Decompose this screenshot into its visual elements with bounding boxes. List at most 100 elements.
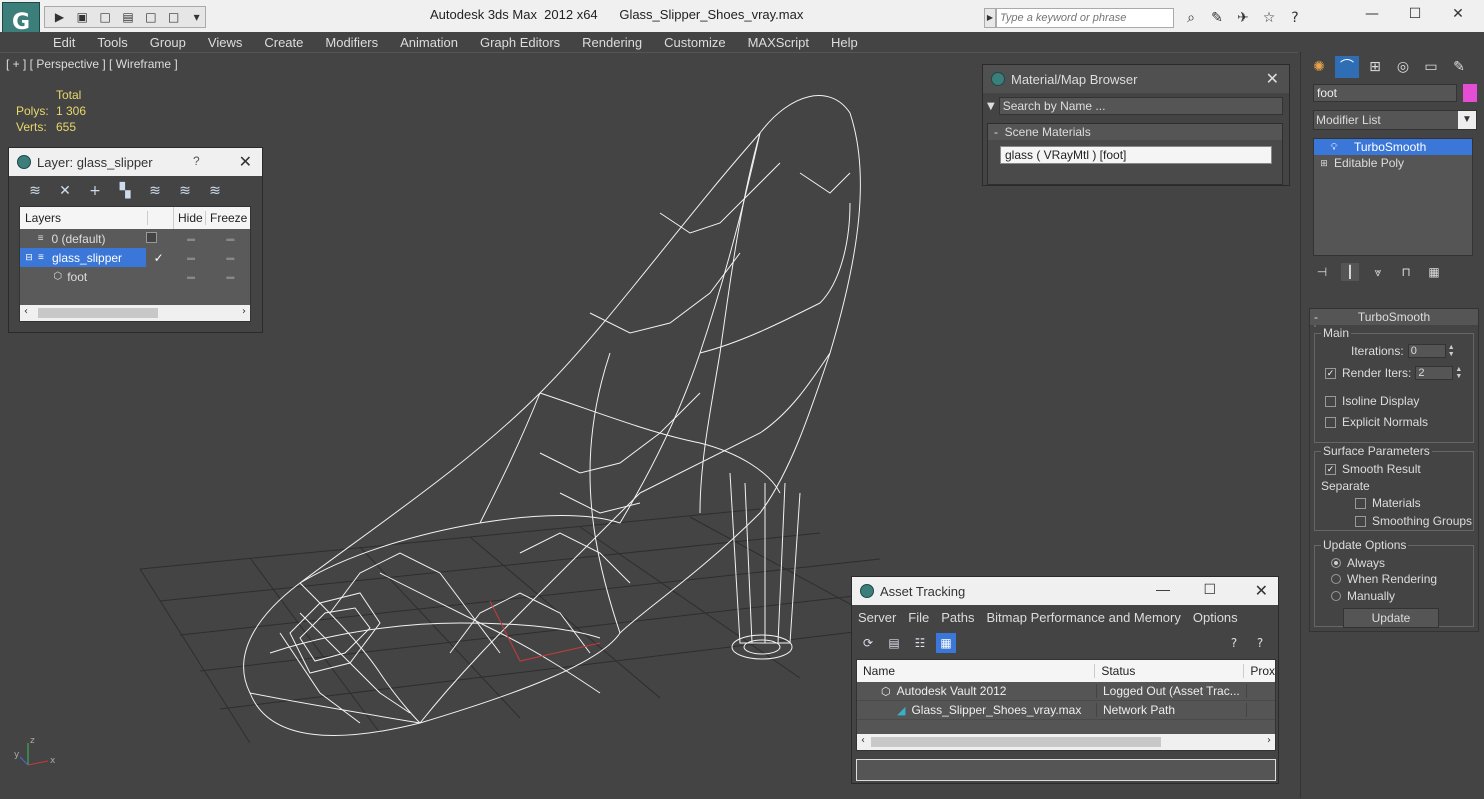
menu-group[interactable]: Group (139, 35, 197, 50)
menu-tools[interactable]: Tools (86, 35, 138, 50)
active-layer-check-icon[interactable]: ✓ (146, 251, 172, 265)
highlight-layer-icon[interactable]: ≋ (145, 182, 165, 200)
update-button[interactable]: Update (1343, 608, 1439, 628)
modifier-list-dropdown[interactable]: Modifier List ▼ (1313, 110, 1477, 130)
keyword-search-input[interactable] (996, 8, 1174, 28)
menu-maxscript[interactable]: MAXScript (737, 35, 820, 50)
table-view-icon[interactable]: ▦ (936, 633, 956, 653)
rollout-toggle[interactable]: - (1314, 309, 1318, 325)
tree-view-icon[interactable]: ☷ (910, 633, 930, 653)
chevron-down-icon[interactable]: ▼ (1458, 111, 1476, 129)
spinner-arrows-icon[interactable]: ▲ ▼ (1455, 366, 1463, 380)
asset-menu-bitmap[interactable]: Bitmap Performance and Memory (987, 610, 1181, 625)
browser-options-icon[interactable]: ▼ (987, 101, 995, 112)
object-name-field[interactable]: foot (1313, 84, 1457, 102)
material-browser-close-button[interactable]: ✕ (1266, 69, 1279, 89)
table-row[interactable]: ◢ Glass_Slipper_Shoes_vray.max Network P… (857, 701, 1275, 720)
display-tab-icon[interactable]: ▭ (1419, 56, 1443, 78)
layer-horizontal-scrollbar[interactable]: ‹ › (20, 305, 250, 321)
motion-tab-icon[interactable]: ◎ (1391, 56, 1415, 78)
table-row[interactable]: ⬡ Autodesk Vault 2012 Logged Out (Asset … (857, 682, 1275, 701)
layer-row[interactable]: ≡ 0 (default) ▬ ▬ (20, 229, 250, 248)
freeze-toggle[interactable]: ▬ (211, 234, 250, 243)
smooth-result-checkbox[interactable]: ✓ (1325, 463, 1336, 475)
menu-rendering[interactable]: Rendering (571, 35, 653, 50)
collapse-icon[interactable]: ⊟ (20, 252, 38, 263)
context-help-icon[interactable]: ? (1250, 633, 1270, 653)
asset-maximize-button[interactable]: ☐ (1203, 581, 1216, 598)
material-item[interactable]: glass ( VRayMtl ) [foot] (1000, 146, 1272, 164)
scroll-left-icon[interactable]: ‹ (861, 735, 865, 746)
list-view-icon[interactable]: ▤ (884, 633, 904, 653)
hide-all-icon[interactable]: ≋ (175, 182, 195, 200)
show-end-result-icon[interactable]: ┃ (1341, 263, 1359, 281)
asset-minimize-button[interactable]: — (1156, 581, 1170, 597)
delete-layer-icon[interactable]: ✕ (55, 182, 75, 200)
make-unique-icon[interactable]: ⩔ (1369, 263, 1387, 281)
communication-icon[interactable]: ✈ (1234, 9, 1252, 27)
asset-menu-paths[interactable]: Paths (941, 610, 974, 625)
smoothing-groups-control[interactable]: Smoothing Groups (1355, 514, 1472, 528)
isoline-display-control[interactable]: Isoline Display (1325, 394, 1419, 408)
menu-views[interactable]: Views (197, 35, 253, 50)
object-color-swatch[interactable] (1463, 84, 1477, 102)
freeze-toggle[interactable]: ▬ (211, 253, 250, 262)
layer-row[interactable]: ⊟ ≡ glass_slipper ✓ ▬ ▬ (20, 248, 250, 267)
viewport-label[interactable]: [ + ] [ Perspective ] [ Wireframe ] (6, 57, 178, 71)
lightbulb-icon[interactable]: 💡︎ (1314, 142, 1354, 153)
asset-path-field[interactable] (856, 759, 1276, 781)
always-radio[interactable] (1331, 558, 1341, 568)
stack-item-editable-poly[interactable]: ⊞ Editable Poly (1314, 155, 1472, 171)
stack-item-turbosmooth[interactable]: 💡︎ TurboSmooth (1314, 139, 1472, 155)
material-browser-titlebar[interactable]: Material/Map Browser ✕ (983, 65, 1289, 93)
help-button[interactable]: ? (193, 154, 200, 168)
scroll-right-icon[interactable]: › (1267, 735, 1271, 746)
smooth-result-control[interactable]: ✓ Smooth Result (1325, 462, 1421, 476)
help-icon[interactable]: ? (1286, 9, 1304, 27)
menu-animation[interactable]: Animation (389, 35, 469, 50)
scene-materials-header[interactable]: - Scene Materials (988, 124, 1282, 140)
turbosmooth-rollout-header[interactable]: - TurboSmooth (1310, 309, 1478, 325)
asset-menu-server[interactable]: Server (858, 610, 896, 625)
iterations-spinner[interactable]: 0 (1407, 344, 1446, 358)
modify-tab-icon[interactable]: ⌒ (1335, 56, 1359, 78)
materials-control[interactable]: Materials (1355, 496, 1421, 510)
favorites-star-icon[interactable]: ☆ (1260, 9, 1278, 27)
asset-horizontal-scrollbar[interactable]: ‹ › (857, 734, 1275, 750)
layer-row[interactable]: ⬡ foot ▬ ▬ (20, 267, 250, 286)
scroll-left-icon[interactable]: ‹ (24, 306, 28, 317)
utilities-tab-icon[interactable]: ✎ (1447, 56, 1471, 78)
when-rendering-radio[interactable] (1331, 574, 1341, 584)
refresh-icon[interactable]: ⟳ (858, 633, 878, 653)
material-search-input[interactable]: Search by Name ... (998, 97, 1283, 115)
new-icon[interactable]: □ (97, 9, 114, 25)
spinner-arrows-icon[interactable]: ▲ ▼ (1448, 344, 1456, 358)
close-button[interactable]: ✕ (1438, 4, 1478, 24)
qa-dropdown-icon[interactable]: ▾ (188, 9, 205, 25)
add-to-layer-icon[interactable]: + (85, 182, 105, 200)
asset-tracking-titlebar[interactable]: Asset Tracking — ☐ ✕ (852, 577, 1278, 605)
manually-option[interactable]: Manually (1331, 589, 1395, 603)
open-icon[interactable]: ▶ (51, 9, 68, 25)
hold-icon[interactable]: ▤ (120, 9, 137, 25)
section-toggle[interactable]: - (994, 125, 998, 139)
help-icon[interactable]: ? (1224, 633, 1244, 653)
project-icon[interactable]: □ (165, 9, 182, 25)
freeze-toggle[interactable]: ▬ (211, 272, 250, 281)
when-rendering-option[interactable]: When Rendering (1331, 572, 1437, 586)
expand-icon[interactable]: ⊞ (1314, 158, 1334, 169)
col-freeze[interactable]: Freeze (206, 211, 247, 225)
new-layer-icon[interactable]: ≋ (25, 182, 45, 200)
hide-toggle[interactable]: ▬ (171, 253, 210, 262)
smoothing-groups-checkbox[interactable] (1355, 515, 1366, 527)
subscription-icon[interactable]: ✎ (1208, 9, 1226, 27)
col-hide[interactable]: Hide (174, 211, 206, 225)
menu-create[interactable]: Create (253, 35, 314, 50)
explicit-normals-checkbox[interactable] (1325, 416, 1336, 428)
hide-toggle[interactable]: ▬ (171, 272, 210, 281)
menu-modifiers[interactable]: Modifiers (314, 35, 389, 50)
asset-close-button[interactable]: ✕ (1255, 581, 1268, 601)
select-objects-icon[interactable]: ▚ (115, 182, 135, 200)
manually-radio[interactable] (1331, 591, 1341, 601)
remove-modifier-icon[interactable]: ⊓ (1397, 263, 1415, 281)
